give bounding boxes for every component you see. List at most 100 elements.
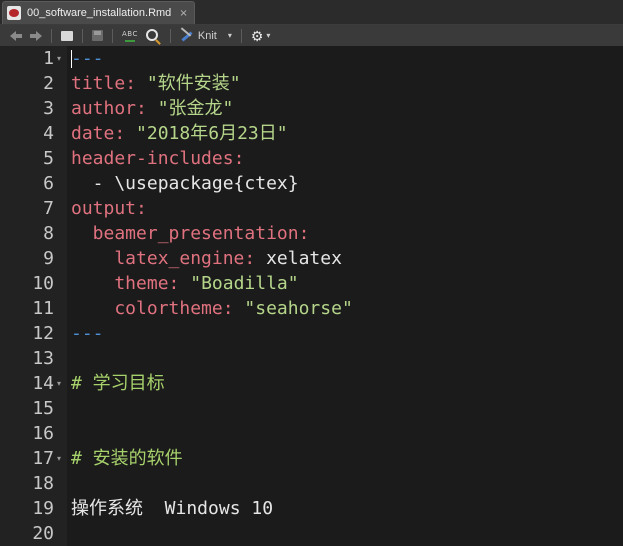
code-line[interactable]: date: "2018年6月23日" [71,121,288,146]
knit-dropdown[interactable]: ▾ [223,27,234,44]
show-in-window-button[interactable] [59,27,75,44]
code-line[interactable]: colortheme: "seahorse" [71,296,353,321]
line-number: 16 [32,423,54,444]
tab-bar: 00_software_installation.Rmd × [0,0,623,25]
toolbar-divider [169,28,171,43]
code-token: # 安装的软件 [71,448,183,469]
code-token: : [136,198,147,219]
arrow-right-icon [30,30,42,41]
toolbar-divider [82,28,83,43]
line-number: 10 [32,273,54,294]
save-icon [92,30,103,41]
fold-toggle-icon[interactable]: ▾ [57,371,61,396]
code-token: : [125,73,147,94]
line-number: 13 [32,348,54,369]
line-number: 1 [43,48,54,69]
search-icon [145,28,158,41]
toolbar-divider [112,28,113,43]
code-line[interactable]: beamer_presentation: [71,221,310,246]
gear-icon: ⚙ [250,27,264,44]
line-number: 2 [43,73,54,94]
code-area[interactable]: --- title: "软件安装" author: "张金龙" date: "2018… [67,46,623,546]
back-button[interactable] [8,27,24,44]
code-line[interactable]: 操作系统 Windows 10 [71,496,273,521]
rstudio-source-pane: 00_software_installation.Rmd × ABC Knit [0,0,623,546]
code-line[interactable]: theme: "Boadilla" [71,271,299,296]
rmd-file-icon [7,6,21,20]
tab-label: 00_software_installation.Rmd [27,7,172,19]
code-line[interactable]: latex_engine: xelatex [71,246,342,271]
code-line[interactable]: # 学习目标 [71,371,165,396]
line-number: 15 [32,398,54,419]
code-token: : [222,298,245,319]
code-editor[interactable]: 1 ▾ 2 3 4 5 6 7 8 9 10 11 12 13 14 ▾ 15 16 17 ▾ 18 19 20 --- ti… [0,46,623,546]
code-token: output [71,198,137,219]
knit-icon [180,30,194,42]
code-token: colortheme [71,298,223,319]
settings-button[interactable]: ⚙ ▾ [249,27,273,44]
line-number: 5 [43,148,54,169]
spellcheck-icon: ABC [122,30,138,42]
code-token: : [168,273,191,294]
code-token: : [244,248,267,269]
code-token: --- [71,323,104,344]
line-number: 3 [43,98,54,119]
line-number: 17 [32,448,54,469]
code-token: title [71,73,126,94]
line-number: 8 [43,223,54,244]
code-token: # 学习目标 [71,373,165,394]
line-number: 18 [32,473,54,494]
code-token: xelatex [266,248,342,269]
line-number: 14 [32,373,54,394]
line-number: 11 [32,298,54,319]
code-token: : [233,148,245,169]
code-line[interactable]: --- [71,321,104,346]
line-number: 6 [43,173,54,194]
code-token: author [71,98,137,119]
close-icon[interactable]: × [179,8,187,19]
fold-toggle-icon[interactable]: ▾ [57,446,61,471]
code-token: beamer_presentation [71,223,299,244]
code-token: "Boadilla" [190,273,299,294]
tab-rmd-file[interactable]: 00_software_installation.Rmd × [2,1,195,24]
code-token: --- [71,48,104,69]
code-token: latex_engine [71,248,245,269]
code-line[interactable]: output: [71,196,147,221]
knit-button[interactable]: Knit [178,27,219,44]
line-number: 20 [32,523,54,544]
code-token: "2018年6月23日" [136,123,288,144]
save-button[interactable] [90,27,105,44]
code-token: 操作系统 Windows 10 [71,498,274,519]
code-token: "seahorse" [244,298,353,319]
line-number: 12 [32,323,54,344]
toolbar-divider [51,28,52,43]
line-number: 19 [32,498,54,519]
code-token: date [71,123,115,144]
toolbar-divider [240,28,242,43]
line-number: 9 [43,248,54,269]
chevron-down-icon: ▾ [266,31,271,40]
find-replace-button[interactable] [144,27,163,44]
editor-toolbar: ABC Knit ▾ ⚙ ▾ [0,25,623,47]
spellcheck-button[interactable]: ABC [120,27,140,44]
code-line[interactable]: - \usepackage{ctex} [71,171,299,196]
fold-toggle-icon[interactable]: ▾ [57,46,61,71]
line-number-gutter: 1 ▾ 2 3 4 5 6 7 8 9 10 11 12 13 14 ▾ 15 16 17 ▾ 18 19 20 [0,46,67,546]
code-line[interactable]: title: "软件安装" [71,71,241,96]
line-number: 7 [43,198,54,219]
code-token: "张金龙" [157,98,234,119]
arrow-left-icon [10,30,22,41]
code-line[interactable]: header-includes: [71,146,244,171]
code-token: - \usepackage{ctex} [71,173,299,194]
code-line[interactable]: author: "张金龙" [71,96,233,121]
chevron-down-icon: ▾ [227,31,232,40]
show-in-window-icon [61,30,73,41]
code-token: : [114,123,137,144]
forward-button[interactable] [28,27,44,44]
code-token: : [298,223,310,244]
knit-label: Knit [197,29,217,42]
code-token: header-includes [71,148,234,169]
line-number: 4 [43,123,54,144]
code-line[interactable]: --- [71,46,104,71]
code-line[interactable]: # 安装的软件 [71,446,183,471]
